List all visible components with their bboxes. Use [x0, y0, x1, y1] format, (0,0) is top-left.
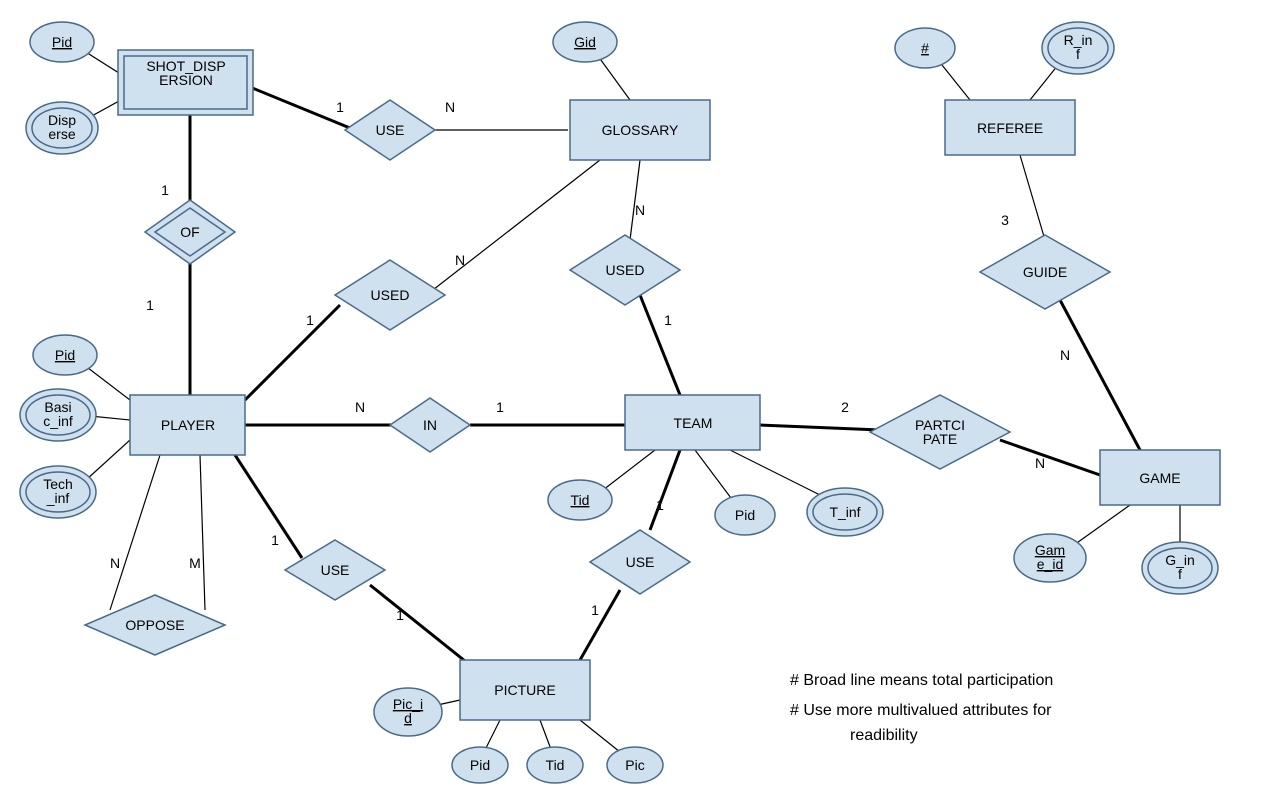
card-pl-of: 1	[146, 297, 154, 313]
attr-ref-num: #	[895, 28, 955, 68]
card-pic-use-pl: 1	[396, 607, 404, 623]
entity-shot-dispersion: SHOT_DISPERSION	[118, 50, 253, 115]
svg-text:Tid: Tid	[571, 492, 590, 508]
attr-ref-rinf: R_inf	[1042, 22, 1114, 74]
card-sd-use: 1	[336, 99, 344, 115]
rel-used-tm-gl: USED	[570, 235, 680, 305]
svg-text:Tech_inf: Tech_inf	[43, 476, 73, 506]
svg-text:Disperse: Disperse	[48, 112, 76, 142]
attr-tm-tinf: T_inf	[807, 488, 883, 536]
attr-pl-basic: Basic_inf	[20, 389, 96, 441]
svg-text:USE: USE	[626, 554, 655, 570]
card-pl-in: N	[355, 399, 365, 415]
svg-text:USE: USE	[321, 562, 350, 578]
entity-glossary: GLOSSARY	[570, 100, 710, 160]
svg-text:Gid: Gid	[574, 34, 596, 50]
entity-game: GAME	[1100, 450, 1220, 505]
svg-text:OF: OF	[180, 224, 199, 240]
svg-text:Pic: Pic	[625, 757, 644, 773]
entity-referee: REFEREE	[945, 100, 1075, 155]
svg-text:USED: USED	[371, 287, 410, 303]
attr-pic-picid: Pic_id	[374, 688, 442, 736]
svg-text:Pid: Pid	[55, 347, 75, 363]
rel-in: IN	[390, 398, 470, 452]
card-tm-in: 1	[496, 399, 504, 415]
card-tm-part: 2	[841, 399, 849, 415]
svg-text:Game_id: Game_id	[1035, 542, 1065, 572]
card-sd-of: 1	[161, 182, 169, 198]
attr-sd-disperse: Disperse	[26, 102, 98, 154]
svg-text:PLAYER: PLAYER	[161, 417, 215, 433]
rel-use-sd-gl: USE	[345, 100, 435, 160]
note-line1: # Broad line means total participation	[790, 672, 1053, 689]
rel-use-pl-pic: USE	[285, 540, 385, 600]
attr-gl-gid: Gid	[553, 22, 617, 62]
attr-pic-pic: Pic	[607, 747, 663, 783]
svg-text:GAME: GAME	[1139, 470, 1180, 486]
rel-oppose: OPPOSE	[85, 595, 225, 655]
card-tm-used: 1	[664, 312, 672, 328]
attr-pic-pid: Pid	[452, 747, 508, 783]
entity-picture: PICTURE	[460, 660, 590, 720]
attr-gm-ginf: G_inf	[1142, 542, 1218, 594]
note-line2: # Use more multivalued attributes for	[790, 702, 1052, 719]
rel-of: OF	[145, 200, 235, 264]
rel-use-tm-pic: USE	[590, 530, 690, 594]
svg-text:TEAM: TEAM	[674, 415, 713, 431]
attr-sd-pid: Pid	[30, 22, 94, 62]
card-gl-use: N	[445, 99, 455, 115]
entity-player: PLAYER	[130, 395, 245, 455]
svg-text:Pid: Pid	[52, 34, 72, 50]
card-gl-used-pl: N	[455, 252, 465, 268]
svg-text:Pid: Pid	[470, 757, 490, 773]
card-gm-guide: N	[1060, 347, 1070, 363]
rel-used-pl-gl: USED	[335, 260, 445, 330]
attr-tm-pid: Pid	[715, 495, 775, 535]
card-pic-use-tm: 1	[591, 602, 599, 618]
svg-text:GUIDE: GUIDE	[1023, 264, 1067, 280]
svg-text:T_inf: T_inf	[829, 504, 860, 520]
card-pl-opp-n: N	[110, 555, 120, 571]
attr-pl-tech: Tech_inf	[20, 466, 96, 518]
svg-text:PICTURE: PICTURE	[494, 682, 555, 698]
svg-text:OPPOSE: OPPOSE	[125, 617, 184, 633]
entity-team: TEAM	[625, 395, 760, 450]
svg-text:REFEREE: REFEREE	[977, 120, 1043, 136]
svg-text:GLOSSARY: GLOSSARY	[602, 122, 679, 138]
note-line3: readibility	[850, 727, 918, 744]
svg-text:Tid: Tid	[546, 757, 565, 773]
svg-text:USED: USED	[606, 262, 645, 278]
card-gl-used-tm: N	[635, 202, 645, 218]
card-pl-use-pic: 1	[271, 532, 279, 548]
svg-text:Basic_inf: Basic_inf	[43, 399, 73, 429]
svg-text:#: #	[921, 40, 929, 56]
attr-pic-tid: Tid	[527, 747, 583, 783]
card-gm-part: N	[1035, 455, 1045, 471]
attr-gm-gameid: Game_id	[1014, 534, 1086, 582]
card-pl-opp-m: M	[189, 555, 201, 571]
svg-text:Pid: Pid	[735, 507, 755, 523]
er-diagram: 1 N 1 1 1 N N 1 3 N N 1 2 N N M 1 1 1 1 …	[0, 0, 1268, 793]
svg-text:IN: IN	[423, 417, 437, 433]
attr-pl-pid: Pid	[33, 335, 97, 375]
svg-text:USE: USE	[376, 122, 405, 138]
card-ref-guide: 3	[1001, 212, 1009, 228]
attr-tm-tid: Tid	[548, 480, 612, 520]
card-pl-used: 1	[306, 312, 314, 328]
rel-guide: GUIDE	[980, 235, 1110, 309]
rel-participate: PARTCIPATE	[870, 395, 1010, 469]
card-tm-use-pic: 1	[656, 497, 664, 513]
